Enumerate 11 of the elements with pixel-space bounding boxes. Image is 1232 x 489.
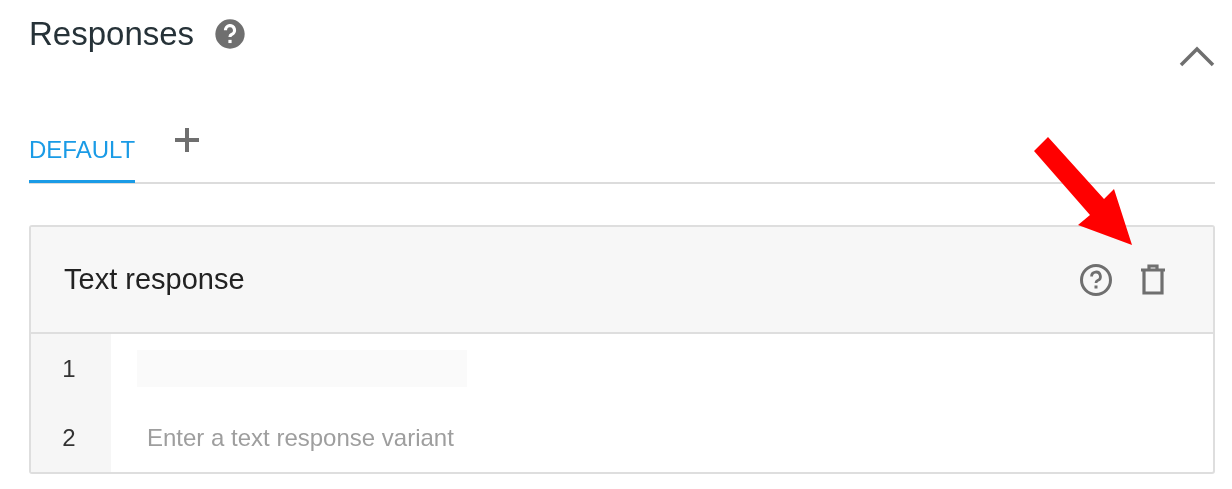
input-field[interactable]: Enter a text response variant — [137, 423, 747, 452]
line-number: 1 — [62, 354, 76, 383]
add-icon[interactable] — [173, 126, 202, 154]
tab[interactable]: DEFAULT — [29, 119, 136, 183]
help-icon[interactable] — [1079, 262, 1113, 297]
trash-icon[interactable] — [1139, 263, 1167, 296]
card-title: Text response — [64, 263, 245, 296]
chevron-icon[interactable] — [1179, 45, 1215, 67]
help-icon[interactable] — [214, 18, 247, 50]
section-title: Responses — [29, 15, 195, 53]
line-number: 2 — [62, 423, 76, 452]
